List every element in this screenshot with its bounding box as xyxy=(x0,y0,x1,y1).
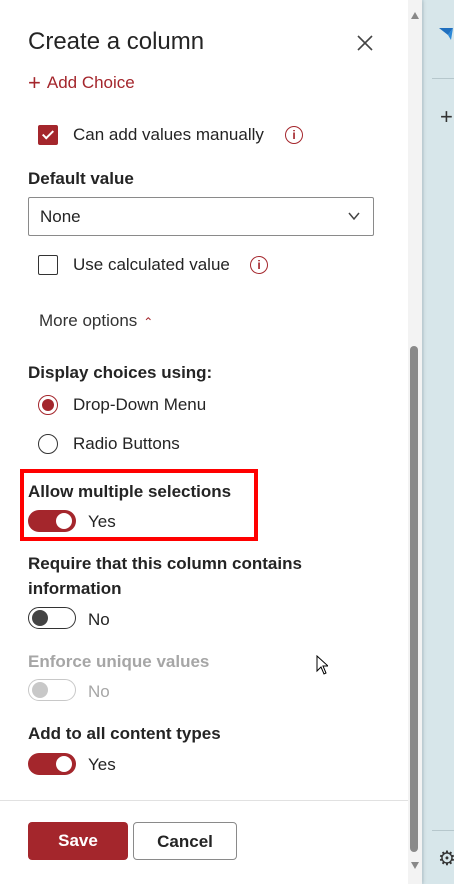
radio-dropdown-menu[interactable] xyxy=(38,395,58,415)
plus-icon[interactable]: + xyxy=(440,104,453,130)
add-to-content-types-toggle[interactable] xyxy=(28,753,76,775)
radio-dropdown-menu-label: Drop-Down Menu xyxy=(73,395,207,414)
require-info-label-line2: information xyxy=(28,579,122,598)
add-choice-label: Add Choice xyxy=(46,73,135,92)
panel-title: Create a column xyxy=(28,28,205,55)
highlight-box xyxy=(20,469,258,541)
more-options-label: More options xyxy=(39,311,138,330)
can-add-values-checkbox[interactable] xyxy=(38,125,58,145)
caret-up-icon: ⌃ xyxy=(143,315,154,329)
close-icon[interactable] xyxy=(354,32,376,54)
can-add-values-label: Can add values manually xyxy=(73,125,264,144)
scroll-up-arrow[interactable] xyxy=(411,12,419,19)
cancel-button[interactable]: Cancel xyxy=(133,822,237,860)
use-calculated-value-label: Use calculated value xyxy=(73,255,230,274)
more-options-toggle[interactable]: More options ⌃ xyxy=(39,311,153,331)
require-info-state: No xyxy=(88,610,110,629)
scroll-thumb[interactable] xyxy=(410,346,418,852)
scroll-down-arrow[interactable] xyxy=(411,862,419,869)
background-app-strip: + ⚙ xyxy=(424,0,454,884)
display-choices-label: Display choices using: xyxy=(28,363,213,382)
use-calculated-value-checkbox[interactable] xyxy=(38,255,58,275)
cursor-icon xyxy=(316,655,328,675)
enforce-unique-state: No xyxy=(88,682,110,701)
radio-radio-buttons-label: Radio Buttons xyxy=(73,434,180,453)
save-button[interactable]: Save xyxy=(28,822,128,860)
divider xyxy=(432,78,454,79)
enforce-unique-label: Enforce unique values xyxy=(28,652,210,671)
divider xyxy=(432,830,454,831)
info-icon[interactable]: i xyxy=(285,126,303,144)
info-icon[interactable]: i xyxy=(250,256,268,274)
add-to-content-types-label: Add to all content types xyxy=(28,724,221,743)
default-value-dropdown[interactable]: None xyxy=(28,197,374,236)
add-to-content-types-state: Yes xyxy=(88,755,116,774)
add-choice-button[interactable]: + Add Choice xyxy=(28,70,135,96)
panel-scrollbar[interactable] xyxy=(408,0,422,884)
panel-scroll-area: Create a column + Add Choice Can add valu… xyxy=(0,0,408,800)
require-info-toggle[interactable] xyxy=(28,607,76,629)
create-column-panel: Create a column + Add Choice Can add valu… xyxy=(0,0,422,884)
default-value-selected: None xyxy=(40,207,81,226)
app-logo-icon xyxy=(439,28,453,40)
screen: + ⚙ Create a column + Add Choice Can add … xyxy=(0,0,454,884)
chevron-down-icon xyxy=(348,212,360,221)
radio-radio-buttons[interactable] xyxy=(38,434,58,454)
footer-divider xyxy=(0,800,408,801)
require-info-label-line1: Require that this column contains xyxy=(28,554,302,573)
plus-icon: + xyxy=(28,70,41,95)
enforce-unique-toggle xyxy=(28,679,76,701)
gear-icon[interactable]: ⚙ xyxy=(438,846,454,871)
default-value-label: Default value xyxy=(28,169,134,188)
